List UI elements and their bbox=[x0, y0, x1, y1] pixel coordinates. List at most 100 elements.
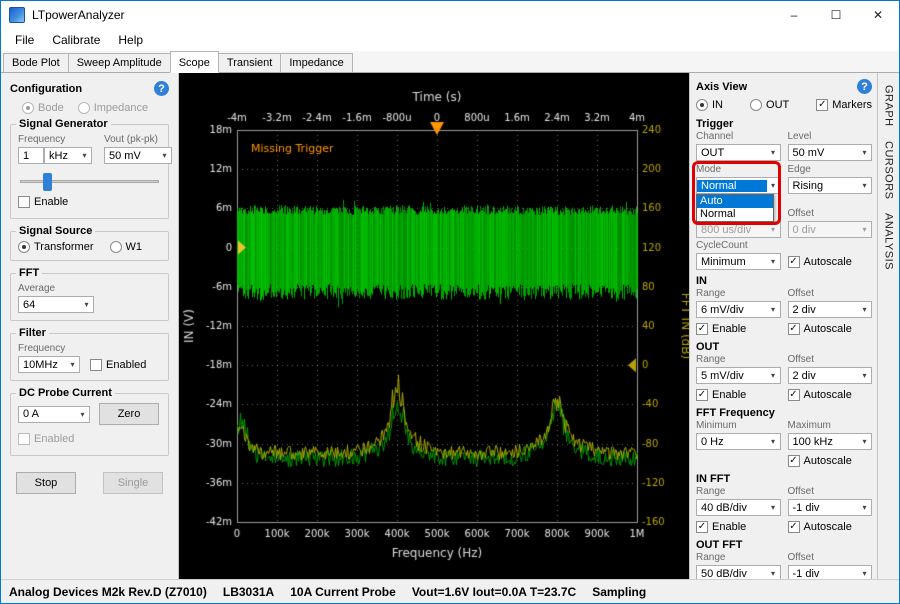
chevron-down-icon: ▾ bbox=[858, 368, 871, 383]
checkbox-icon bbox=[816, 99, 828, 111]
scope-plot[interactable] bbox=[179, 73, 689, 579]
filter-frequency-select[interactable]: 10MHz▾ bbox=[18, 356, 80, 373]
status-device: Analog Devices M2k Rev.D (Z7010) bbox=[9, 585, 207, 599]
trigger-channel-select[interactable]: OUT▾ bbox=[696, 144, 781, 161]
tab-transient[interactable]: Transient bbox=[218, 53, 281, 72]
cyclecount-label: CycleCount bbox=[696, 240, 781, 252]
level-label: Level bbox=[788, 131, 873, 143]
amplitude-slider[interactable] bbox=[20, 172, 159, 190]
fft-maximum-select[interactable]: 100 kHz▾ bbox=[788, 433, 873, 450]
vout-select[interactable]: 50 mV▾ bbox=[104, 147, 172, 164]
in-autoscale-checkbox[interactable]: Autoscale bbox=[788, 321, 873, 336]
out-fft-offset-select[interactable]: -1 div▾ bbox=[788, 565, 873, 579]
dropdown-option-normal[interactable]: Normal bbox=[697, 208, 773, 221]
chevron-down-icon: ▾ bbox=[767, 178, 780, 193]
side-tab-cursors[interactable]: CURSORS bbox=[883, 134, 895, 207]
out-enable-checkbox[interactable]: Enable bbox=[696, 387, 781, 402]
filter-enabled-checkbox[interactable]: Enabled bbox=[90, 359, 146, 371]
status-model: LB3031A bbox=[223, 585, 274, 599]
in-range-select[interactable]: 6 mV/div▾ bbox=[696, 301, 781, 318]
in-fft-enable-checkbox[interactable]: Enable bbox=[696, 519, 781, 534]
out-fft-section-title: OUT FFT bbox=[696, 539, 872, 551]
dc-probe-title: DC Probe Current bbox=[16, 387, 115, 399]
in-offset-select[interactable]: 2 div▾ bbox=[788, 301, 873, 318]
chevron-down-icon: ▾ bbox=[76, 407, 89, 422]
minimize-button[interactable]: – bbox=[773, 1, 815, 29]
window-controls: – ☐ ✕ bbox=[773, 1, 899, 29]
in-enable-checkbox[interactable]: Enable bbox=[696, 321, 781, 336]
fft-title: FFT bbox=[16, 267, 42, 279]
signal-generator-group: Signal Generator Frequency 1 kHz▾ Vout (… bbox=[10, 124, 169, 219]
in-fft-autoscale-checkbox[interactable]: Autoscale bbox=[788, 519, 873, 534]
fft-average-select[interactable]: 64▾ bbox=[18, 296, 94, 313]
status-measurements: Vout=1.6V Iout=0.0A T=23.7C bbox=[412, 585, 576, 599]
side-tab-graph[interactable]: GRAPH bbox=[883, 78, 895, 134]
zero-button[interactable]: Zero bbox=[99, 403, 159, 425]
chevron-down-icon: ▾ bbox=[767, 302, 780, 317]
chevron-down-icon: ▾ bbox=[158, 148, 171, 163]
frequency-input[interactable]: 1 bbox=[18, 147, 44, 164]
help-icon[interactable]: ? bbox=[857, 79, 872, 94]
markers-checkbox[interactable]: Markers bbox=[816, 99, 872, 111]
menu-bar: File Calibrate Help bbox=[1, 29, 899, 51]
fft-minimum-select[interactable]: 0 Hz▾ bbox=[696, 433, 781, 450]
tab-scope[interactable]: Scope bbox=[170, 51, 219, 73]
frequency-unit-select[interactable]: kHz▾ bbox=[44, 147, 92, 164]
out-offset-select[interactable]: 2 div▾ bbox=[788, 367, 873, 384]
trigger-cyclecount-select[interactable]: Minimum▾ bbox=[696, 253, 781, 270]
configuration-mode-radios: Bode Impedance bbox=[10, 102, 169, 114]
maximize-button[interactable]: ☐ bbox=[815, 1, 857, 29]
trigger-level-select[interactable]: 50 mV▾ bbox=[788, 144, 873, 161]
stop-button[interactable]: Stop bbox=[16, 472, 76, 494]
help-icon[interactable]: ? bbox=[154, 81, 169, 96]
dc-probe-current-select[interactable]: 0 A▾ bbox=[18, 406, 90, 423]
tab-impedance[interactable]: Impedance bbox=[280, 53, 352, 72]
chevron-down-icon: ▾ bbox=[858, 434, 871, 449]
fft-frequency-section-title: FFT Frequency bbox=[696, 407, 872, 419]
out-fft-range-select[interactable]: 50 dB/div▾ bbox=[696, 565, 781, 579]
axis-out-radio[interactable]: OUT bbox=[750, 99, 789, 111]
checkbox-icon bbox=[696, 389, 708, 401]
out-autoscale-checkbox[interactable]: Autoscale bbox=[788, 387, 873, 402]
in-fft-section-title: IN FFT bbox=[696, 473, 872, 485]
chevron-down-icon: ▾ bbox=[767, 434, 780, 449]
axis-view-title: Axis View bbox=[696, 81, 747, 93]
w1-radio[interactable]: W1 bbox=[110, 241, 143, 253]
tab-bode-plot[interactable]: Bode Plot bbox=[3, 53, 69, 72]
chevron-down-icon: ▾ bbox=[767, 368, 780, 383]
fft-frequency-autoscale-checkbox[interactable]: Autoscale bbox=[788, 453, 873, 468]
chevron-down-icon: ▾ bbox=[767, 500, 780, 515]
side-tab-strip: GRAPH CURSORS ANALYSIS bbox=[877, 73, 899, 579]
checkbox-icon bbox=[788, 521, 800, 533]
trigger-mode-select[interactable]: Normal▾ bbox=[696, 177, 781, 194]
tab-sweep-amplitude[interactable]: Sweep Amplitude bbox=[68, 53, 171, 72]
settings-panel: Axis View ? IN OUT Markers Trigger Chann… bbox=[689, 73, 877, 579]
trigger-autoscale-checkbox[interactable]: Autoscale bbox=[788, 256, 852, 268]
main-content: Configuration ? Bode Impedance Signal Ge… bbox=[1, 73, 899, 579]
dropdown-option-auto[interactable]: Auto bbox=[697, 195, 773, 208]
tab-strip: Bode Plot Sweep Amplitude Scope Transien… bbox=[1, 51, 899, 73]
close-button[interactable]: ✕ bbox=[857, 1, 899, 29]
app-icon bbox=[9, 7, 25, 23]
trigger-edge-select[interactable]: Rising▾ bbox=[788, 177, 873, 194]
signal-generator-enable-checkbox[interactable]: Enable bbox=[18, 196, 68, 208]
chevron-down-icon: ▾ bbox=[80, 297, 93, 312]
in-fft-offset-select[interactable]: -1 div▾ bbox=[788, 499, 873, 516]
slider-track[interactable] bbox=[20, 180, 159, 183]
menu-calibrate[interactable]: Calibrate bbox=[43, 30, 109, 50]
menu-help[interactable]: Help bbox=[109, 30, 152, 50]
transformer-radio[interactable]: Transformer bbox=[18, 241, 94, 253]
checkbox-icon bbox=[18, 433, 30, 445]
channel-label: Channel bbox=[696, 131, 781, 143]
in-fft-range-select[interactable]: 40 dB/div▾ bbox=[696, 499, 781, 516]
out-range-select[interactable]: 5 mV/div▾ bbox=[696, 367, 781, 384]
signal-source-group: Signal Source Transformer W1 bbox=[10, 231, 169, 261]
axis-in-radio[interactable]: IN bbox=[696, 99, 723, 111]
edge-label: Edge bbox=[788, 164, 873, 176]
menu-file[interactable]: File bbox=[6, 30, 43, 50]
checkbox-icon bbox=[788, 389, 800, 401]
slider-thumb[interactable] bbox=[43, 173, 52, 191]
filter-title: Filter bbox=[16, 327, 49, 339]
side-tab-analysis[interactable]: ANALYSIS bbox=[883, 206, 895, 277]
average-label: Average bbox=[18, 283, 161, 295]
